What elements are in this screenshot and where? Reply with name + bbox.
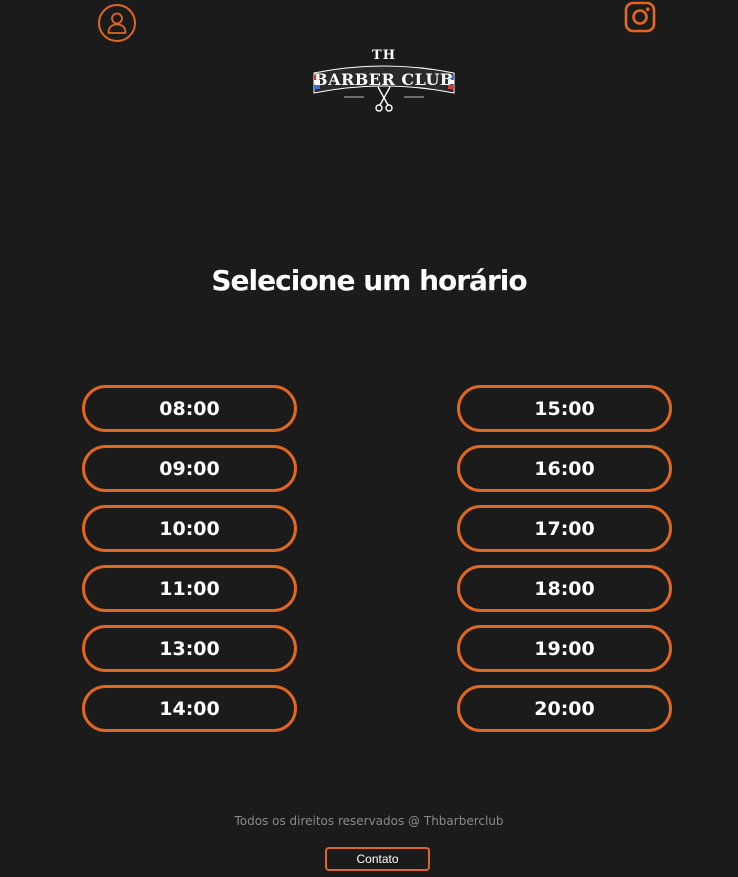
profile-button[interactable] — [98, 4, 136, 42]
scissors-icon — [375, 86, 393, 112]
contact-button[interactable]: Contato — [325, 847, 430, 871]
time-slot-button[interactable]: 20:00 — [457, 685, 672, 732]
logo-main-text: BARBER CLUB — [314, 70, 454, 89]
time-slot-button[interactable]: 19:00 — [457, 625, 672, 672]
logo-top-text: TH — [372, 48, 396, 63]
time-slot-button[interactable]: 14:00 — [82, 685, 297, 732]
instagram-button[interactable] — [624, 1, 656, 33]
instagram-icon — [624, 1, 656, 33]
time-slot-button[interactable]: 13:00 — [82, 625, 297, 672]
time-slot-button[interactable]: 09:00 — [82, 445, 297, 492]
footer-copyright: Todos os direitos reservados @ Thbarberc… — [234, 814, 504, 828]
time-slot-button[interactable]: 18:00 — [457, 565, 672, 612]
time-slot-button[interactable]: 17:00 — [457, 505, 672, 552]
time-slots-left: 08:00 09:00 10:00 11:00 13:00 14:00 — [82, 385, 297, 732]
page: TH BARBER CLUB Selecione um horário 08:0… — [0, 0, 738, 877]
user-icon — [107, 12, 127, 34]
time-slot-button[interactable]: 15:00 — [457, 385, 672, 432]
brand-logo: TH BARBER CLUB — [308, 47, 460, 117]
time-slot-button[interactable]: 08:00 — [82, 385, 297, 432]
time-slot-button[interactable]: 10:00 — [82, 505, 297, 552]
time-slot-button[interactable]: 16:00 — [457, 445, 672, 492]
time-slots-right: 15:00 16:00 17:00 18:00 19:00 20:00 — [457, 385, 672, 732]
time-slot-button[interactable]: 11:00 — [82, 565, 297, 612]
page-title: Selecione um horário — [211, 264, 527, 297]
